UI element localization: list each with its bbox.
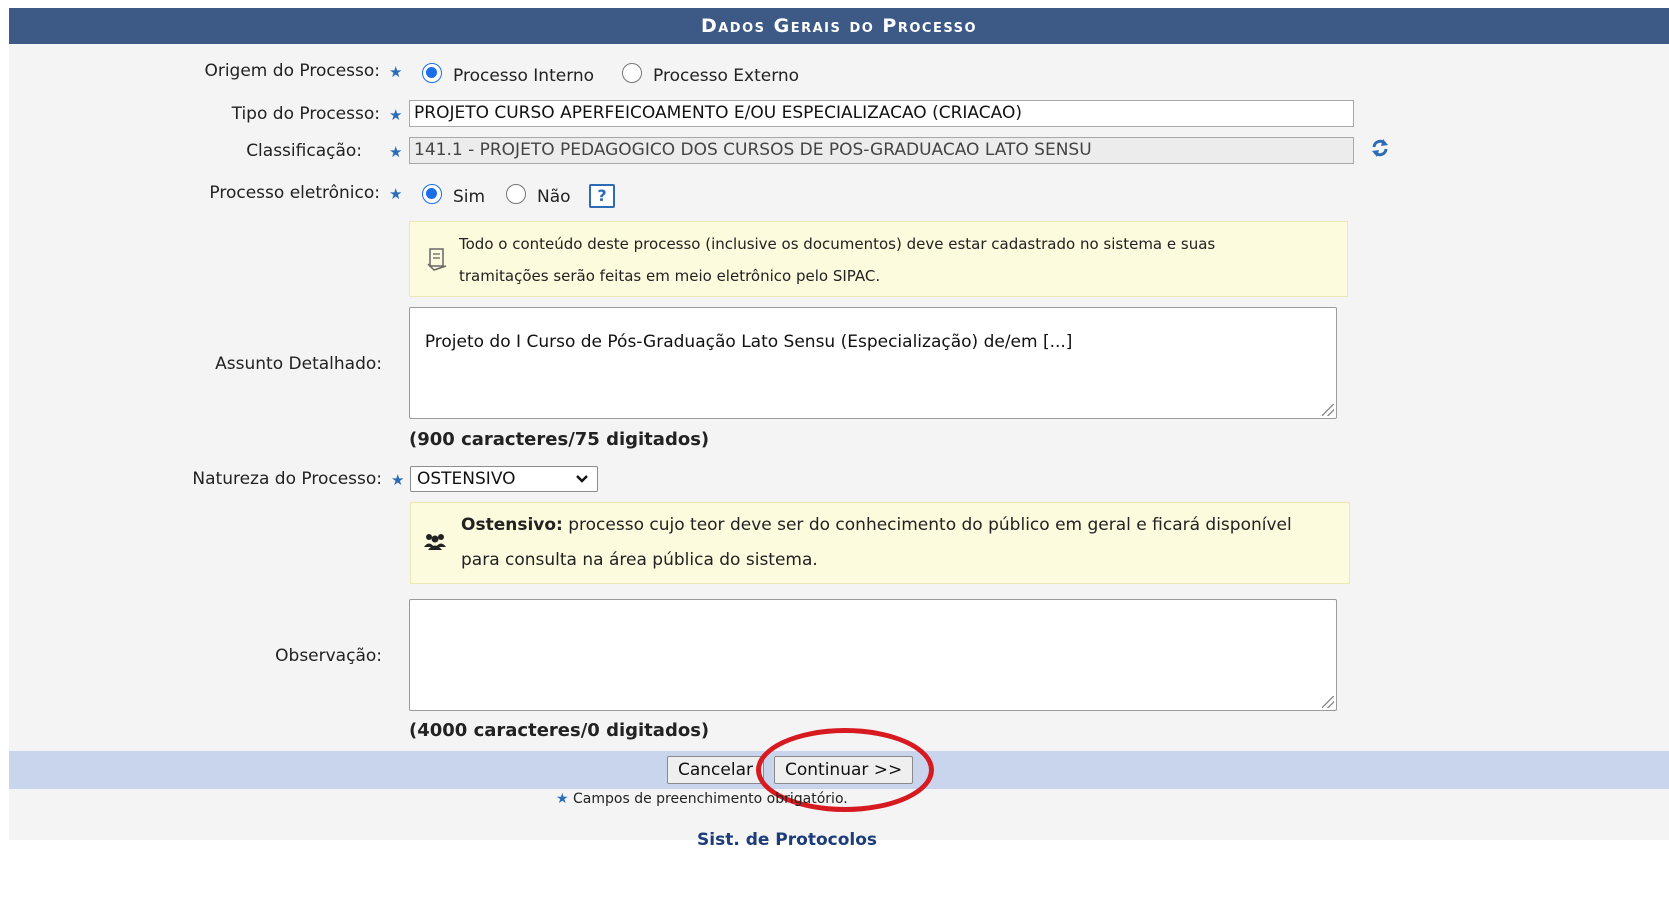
cancel-button[interactable]: Cancelar (667, 756, 764, 784)
natureza-selected-value: OSTENSIVO (417, 469, 516, 489)
radio-processo-interno[interactable] (422, 63, 442, 83)
form-panel (9, 8, 1669, 840)
natureza-info-note: Ostensivo: processo cujo teor deve ser d… (410, 502, 1350, 584)
observacao-label: Observação: (275, 646, 382, 666)
tipo-label: Tipo do Processo: (231, 104, 380, 124)
eletronico-note-line2: tramitações serão feitas em meio eletrôn… (459, 267, 881, 285)
assunto-textarea[interactable]: Projeto do I Curso de Pós-Graduação Lato… (409, 307, 1337, 419)
required-star-icon: ★ (556, 791, 569, 807)
assunto-text: Projeto do I Curso de Pós-Graduação Lato… (424, 332, 1073, 352)
required-fields-text: Campos de preenchimento obrigatório. (573, 791, 848, 807)
eletronico-label: Processo eletrônico: (209, 183, 380, 203)
natureza-note-bold: Ostensivo: (461, 515, 563, 535)
required-star-icon: ★ (389, 185, 403, 203)
natureza-note-line2: para consulta na área pública do sistema… (461, 550, 818, 570)
radio-eletronico-sim[interactable] (422, 184, 442, 204)
system-footer-link[interactable]: Sist. de Protocolos (697, 830, 877, 850)
observacao-textarea[interactable] (409, 599, 1337, 711)
required-star-icon: ★ (391, 471, 405, 489)
chevron-down-icon (575, 467, 589, 499)
document-icon (426, 246, 448, 272)
refresh-icon[interactable] (1370, 136, 1390, 160)
option-processo-interno[interactable]: Processo Interno (453, 66, 594, 86)
eletronico-note-line1: Todo o conteúdo deste processo (inclusiv… (459, 235, 1216, 253)
assunto-counter: (900 caracteres/75 digitados) (409, 429, 710, 450)
classificacao-label: Classificação: (246, 141, 362, 161)
option-eletronico-nao[interactable]: Não (537, 187, 571, 207)
classificacao-input[interactable]: 141.1 - PROJETO PEDAGOGICO DOS CURSOS DE… (409, 137, 1354, 164)
users-group-icon (423, 531, 447, 553)
required-star-icon: ★ (389, 63, 403, 81)
option-eletronico-sim[interactable]: Sim (453, 187, 485, 207)
resize-grip-icon[interactable] (1322, 696, 1334, 708)
radio-processo-externo[interactable] (622, 63, 642, 83)
section-title: Dados Gerais do Processo (9, 8, 1669, 44)
origem-label: Origem do Processo: (204, 61, 380, 81)
tipo-processo-input[interactable]: PROJETO CURSO APERFEICOAMENTO E/OU ESPEC… (409, 100, 1354, 127)
required-star-icon: ★ (389, 143, 403, 161)
option-processo-externo[interactable]: Processo Externo (653, 66, 799, 86)
required-fields-note: ★ Campos de preenchimento obrigatório. (556, 791, 848, 807)
natureza-label: Natureza do Processo: (192, 469, 382, 489)
natureza-note-text: processo cujo teor deve ser do conhecime… (562, 515, 1292, 535)
help-icon[interactable]: ? (589, 184, 615, 208)
required-star-icon: ★ (389, 106, 403, 124)
natureza-note-line1: Ostensivo: processo cujo teor deve ser d… (461, 508, 1292, 543)
assunto-label: Assunto Detalhado: (215, 354, 382, 374)
resize-grip-icon[interactable] (1322, 404, 1334, 416)
radio-eletronico-nao[interactable] (506, 184, 526, 204)
observacao-counter: (4000 caracteres/0 digitados) (409, 720, 710, 741)
eletronico-info-note: Todo o conteúdo deste processo (inclusiv… (409, 221, 1348, 297)
natureza-select[interactable]: OSTENSIVO (410, 466, 598, 492)
